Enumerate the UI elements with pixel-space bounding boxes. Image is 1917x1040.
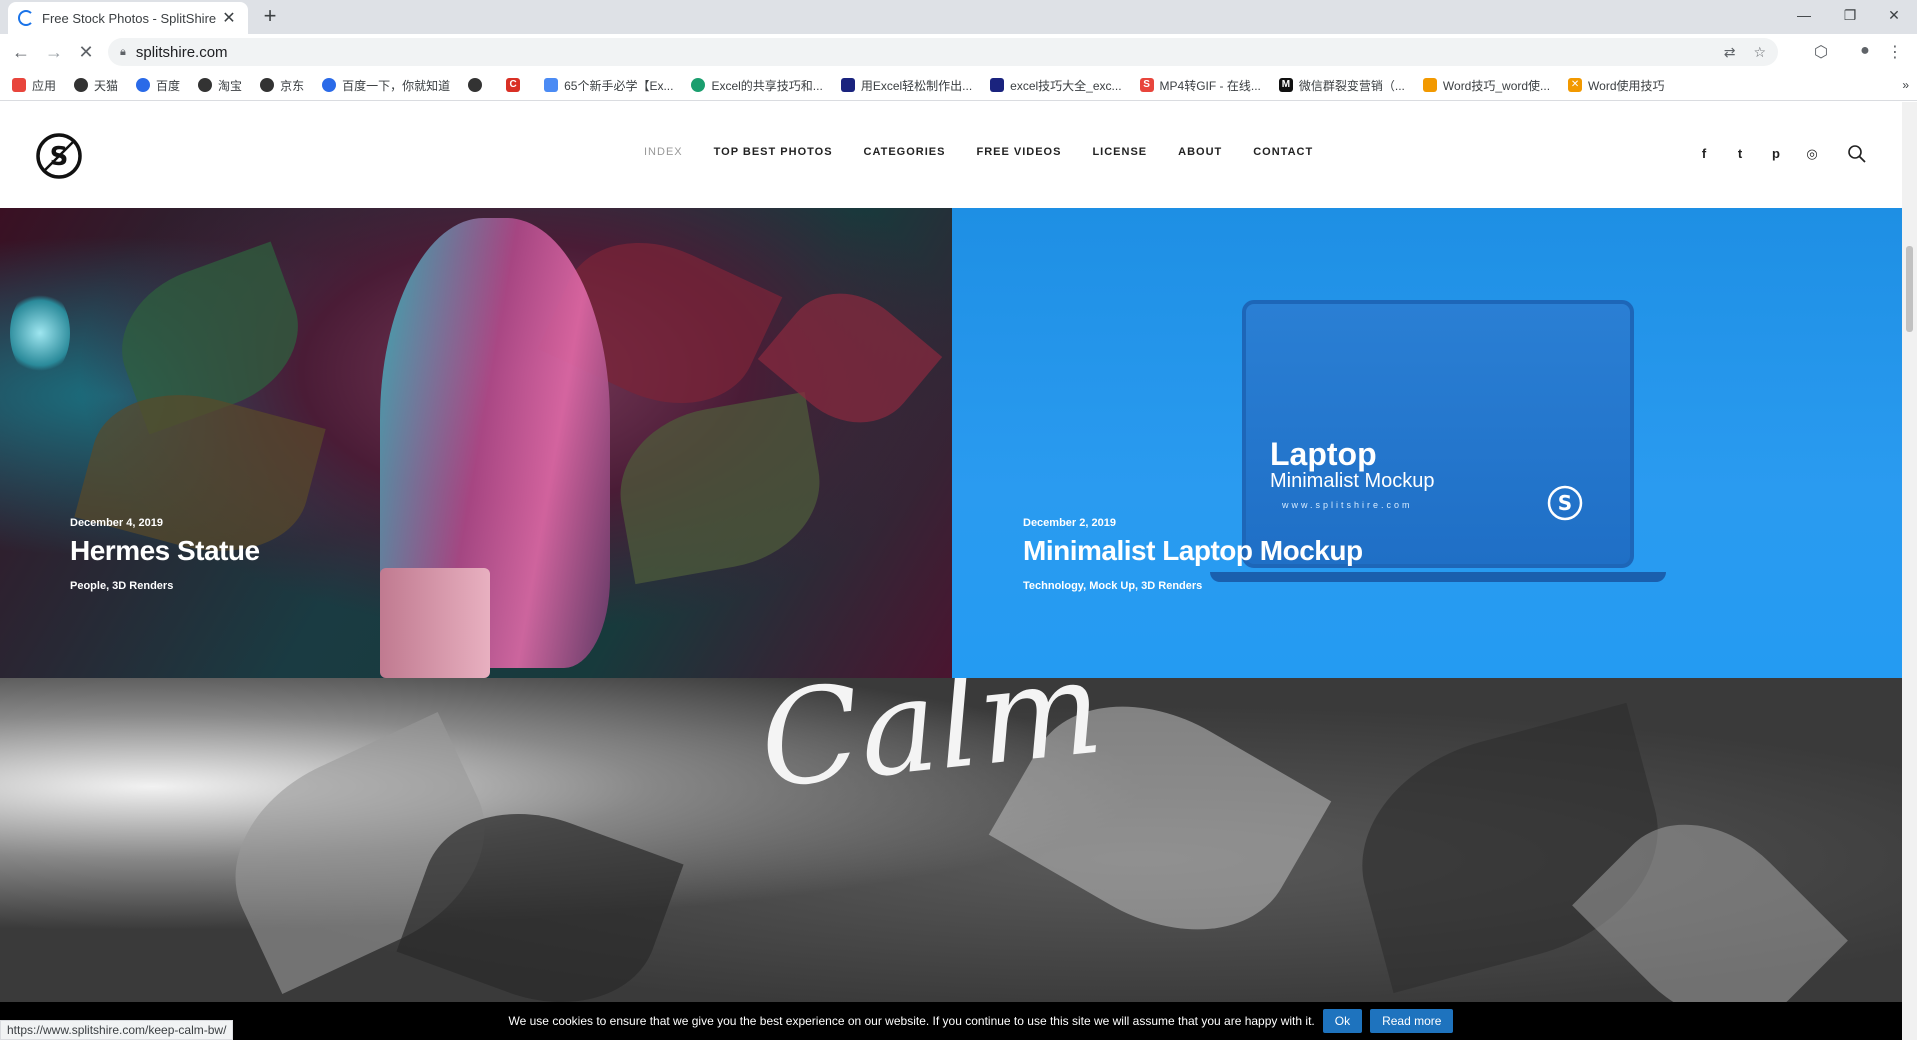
nav-about[interactable]: ABOUT — [1178, 146, 1222, 158]
splitshire-logo-icon: S — [1547, 485, 1583, 521]
bookmark-item[interactable]: Excel的共享技巧和... — [691, 77, 823, 94]
bookmark-item[interactable]: 65个新手必学【Ex... — [544, 77, 673, 94]
plant-leaf-shape — [607, 391, 833, 585]
browser-toolbar: ← → ✕ 🔒︎ splitshire.com ⇄ ☆ ⬡ ● ⋮ — [0, 34, 1917, 70]
card-date: December 2, 2019 — [1023, 517, 1116, 529]
card-title[interactable]: Minimalist Laptop Mockup — [1023, 535, 1363, 567]
splitshire-logo-icon[interactable]: S — [34, 131, 84, 181]
bookmark-item[interactable]: C — [506, 78, 526, 92]
edge-icon — [691, 78, 706, 92]
menu-kebab-icon[interactable]: ⋮ — [1884, 42, 1906, 62]
instagram-icon[interactable]: ◎ — [1794, 146, 1830, 162]
browser-tab-bar: Free Stock Photos - SplitShire ✕ + — ❐ ✕ — [0, 0, 1917, 34]
globe-icon — [198, 78, 213, 92]
x-logo-icon: ✕ — [1568, 78, 1583, 92]
card-title[interactable]: Hermes Statue — [70, 535, 260, 567]
tab-close-icon[interactable]: ✕ — [220, 8, 238, 28]
stop-icon[interactable]: ✕ — [74, 40, 98, 64]
mockup-title: Laptop — [1270, 436, 1377, 472]
browser-status-bar: https://www.splitshire.com/keep-calm-bw/ — [0, 1020, 234, 1040]
search-icon[interactable] — [1847, 144, 1867, 164]
bookmarks-bar: 应用 天猫 百度 淘宝 京东 百度一下，你就知道 C 65个新手必学【Ex...… — [0, 70, 1917, 101]
cookie-ok-button[interactable]: Ok — [1322, 1009, 1363, 1033]
paw-icon — [136, 78, 151, 92]
bookmark-item[interactable]: S MP4转GIF - 在线... — [1139, 77, 1261, 94]
site-icon — [840, 78, 855, 92]
page-scrollbar[interactable] — [1902, 102, 1917, 1040]
photo-card-keep-calm-bw[interactable]: Calm — [0, 678, 1902, 1040]
twitter-icon[interactable]: t — [1722, 146, 1758, 162]
browser-tab[interactable]: Free Stock Photos - SplitShire ✕ — [8, 2, 248, 34]
bookmark-item[interactable]: 应用 — [12, 77, 56, 94]
facebook-icon[interactable]: f — [1686, 146, 1722, 162]
bookmark-item[interactable]: ✕ Word使用技巧 — [1568, 77, 1665, 94]
pinterest-icon[interactable]: p — [1758, 146, 1794, 162]
m-logo-icon: M — [1278, 78, 1293, 92]
globe-icon — [260, 78, 275, 92]
bookmark-item[interactable]: 淘宝 — [198, 77, 242, 94]
svg-text:S: S — [1558, 491, 1572, 515]
address-bar[interactable]: 🔒︎ splitshire.com ⇄ ☆ — [108, 38, 1778, 66]
bookmark-item[interactable]: M 微信群裂变营销（... — [1278, 77, 1405, 94]
laptop-screen — [1242, 300, 1634, 568]
cookie-banner: We use cookies to ensure that we give yo… — [0, 1002, 1902, 1040]
card-date: December 4, 2019 — [70, 517, 163, 529]
nav-top-best-photos[interactable]: TOP BEST PHOTOS — [714, 146, 833, 158]
studio-light — [10, 288, 70, 378]
bookmark-item[interactable]: 用Excel轻松制作出... — [840, 77, 972, 94]
cookie-message: We use cookies to ensure that we give yo… — [508, 1014, 1315, 1028]
site-header: S INDEX TOP BEST PHOTOS CATEGORIES FREE … — [0, 102, 1902, 208]
cookie-read-more-button[interactable]: Read more — [1370, 1009, 1454, 1033]
bookmark-item[interactable]: 天猫 — [74, 77, 118, 94]
bookmark-item[interactable]: 百度一下，你就知道 — [322, 77, 450, 94]
mockup-subtitle: Minimalist Mockup — [1270, 470, 1435, 492]
wave-icon — [544, 78, 559, 92]
bookmark-item[interactable]: 百度 — [136, 77, 180, 94]
globe-icon — [74, 78, 89, 92]
main-navigation: INDEX TOP BEST PHOTOS CATEGORIES FREE VI… — [644, 146, 1344, 158]
paw-icon — [322, 78, 337, 92]
nav-categories[interactable]: CATEGORIES — [864, 146, 946, 158]
bookmarks-overflow-icon[interactable]: » — [1902, 78, 1909, 92]
extension-icon[interactable]: ⬡ — [1810, 42, 1832, 62]
minimize-button[interactable]: — — [1781, 0, 1827, 30]
photo-card-laptop-mockup[interactable]: Laptop Minimalist Mockup www.splitshire.… — [952, 208, 1902, 678]
nav-contact[interactable]: CONTACT — [1253, 146, 1313, 158]
profile-icon[interactable]: ● — [1854, 42, 1876, 60]
loading-spinner-icon — [18, 10, 34, 26]
card-categories[interactable]: People, 3D Renders — [70, 580, 173, 592]
url-text[interactable]: splitshire.com — [136, 44, 1706, 61]
nav-license[interactable]: LICENSE — [1092, 146, 1147, 158]
new-tab-button[interactable]: + — [258, 5, 282, 29]
window-close-button[interactable]: ✕ — [1871, 0, 1917, 30]
c-logo-icon: C — [506, 78, 521, 92]
bookmark-item[interactable]: Word技巧_word使... — [1422, 77, 1550, 94]
nav-index[interactable]: INDEX — [644, 146, 683, 158]
tab-title: Free Stock Photos - SplitShire — [42, 10, 217, 26]
statue-pedestal — [380, 568, 490, 678]
nav-free-videos[interactable]: FREE VIDEOS — [976, 146, 1061, 158]
photo-card-hermes-statue[interactable]: December 4, 2019 Hermes Statue People, 3… — [0, 208, 952, 678]
forward-arrow-icon[interactable]: → — [42, 40, 66, 64]
bookmark-item[interactable]: 京东 — [260, 77, 304, 94]
bookmark-item[interactable] — [468, 78, 488, 92]
restore-button[interactable]: ❐ — [1827, 0, 1873, 30]
web-page: S INDEX TOP BEST PHOTOS CATEGORIES FREE … — [0, 102, 1917, 1040]
mockup-url: www.splitshire.com — [1282, 500, 1413, 510]
apps-grid-icon — [12, 78, 26, 92]
bookmark-star-icon[interactable]: ☆ — [1753, 44, 1766, 61]
scrollbar-thumb[interactable] — [1906, 246, 1913, 332]
convert-icon: S — [1139, 78, 1154, 92]
globe-icon — [468, 78, 483, 92]
translate-icon[interactable]: ⇄ — [1724, 44, 1736, 61]
bookmark-item[interactable]: excel技巧大全_exc... — [990, 77, 1122, 94]
social-links: f t p ◎ — [1686, 146, 1830, 162]
card-categories[interactable]: Technology, Mock Up, 3D Renders — [1023, 580, 1202, 592]
laptop-base — [1210, 572, 1666, 582]
back-arrow-icon[interactable]: ← — [9, 40, 33, 64]
lock-icon: 🔒︎ — [120, 45, 126, 58]
site-icon — [990, 78, 1005, 92]
grid-logo-icon — [1422, 78, 1437, 92]
